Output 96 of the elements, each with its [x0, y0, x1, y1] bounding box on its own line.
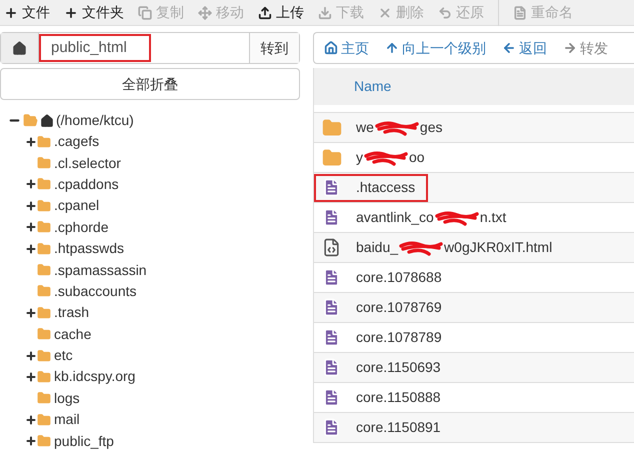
tree-item[interactable]: .htpasswds [54, 238, 124, 260]
folder-icon [37, 156, 51, 170]
plus-icon[interactable] [25, 200, 37, 212]
folder-icon [37, 412, 51, 427]
path-field[interactable]: public_html [39, 34, 151, 62]
copy-icon [138, 6, 152, 20]
folder-icon [37, 391, 51, 406]
text-file-icon [322, 358, 341, 377]
folder-icon [37, 434, 51, 448]
text-file-icon [322, 418, 341, 437]
left-arrow-icon [502, 41, 516, 55]
right-arrow-icon [563, 41, 577, 55]
file-name: core.1150891 [356, 418, 441, 437]
collapse-all-button[interactable]: 全部折叠 [0, 68, 300, 100]
tree-item[interactable]: .cpaddons [54, 174, 119, 195]
plus-icon [4, 6, 18, 20]
file-name: w0gJKR0xIT.html [444, 238, 552, 257]
file-row[interactable]: baidu_ w0gJKR0xIT.html [314, 233, 634, 263]
folder-icon [37, 306, 51, 320]
plus-icon[interactable] [25, 435, 37, 448]
plus-icon[interactable] [25, 370, 37, 383]
file-name: core.1150888 [356, 388, 441, 407]
plus-icon[interactable] [25, 306, 37, 319]
tree-item[interactable]: .trash [54, 302, 90, 324]
plus-icon[interactable] [25, 136, 37, 148]
file-name: core.1078769 [356, 298, 442, 317]
file-row[interactable]: core.1150891 [314, 413, 634, 443]
home-icon [324, 41, 338, 55]
file-row[interactable]: .htaccess [314, 173, 634, 203]
folder-icon [37, 198, 51, 213]
tree-item[interactable]: public_ftp [54, 430, 114, 452]
tree-item[interactable]: .cpanel [54, 195, 100, 216]
tree-item[interactable]: .subaccounts [54, 280, 136, 302]
home-button[interactable] [1, 33, 39, 63]
move-icon [198, 6, 212, 20]
file-name: n.txt [480, 208, 506, 227]
upload-icon [258, 6, 272, 20]
folder-icon [37, 134, 51, 149]
download-icon [318, 6, 332, 20]
tree-item[interactable]: .cl.selector [54, 152, 121, 174]
nav-button[interactable]: 向上一个级别 [385, 38, 486, 58]
folder-icon [37, 242, 51, 256]
file-name: we [356, 118, 374, 137]
folder-icon [37, 348, 51, 363]
file-name: core.1078789 [356, 328, 442, 347]
file-name: ges [420, 118, 442, 137]
file-row[interactable]: core.1078769 [314, 293, 634, 323]
x-icon [378, 6, 392, 20]
home-icon [12, 40, 27, 56]
plus-icon [64, 6, 78, 20]
go-button[interactable]: 转到 [249, 33, 299, 63]
plus-icon[interactable] [25, 414, 37, 426]
toolbar-button[interactable]: 文件夹 [64, 2, 124, 23]
plus-icon[interactable] [25, 350, 37, 362]
code-file-icon [322, 238, 341, 257]
file-name: avantlink_co [356, 208, 434, 227]
plus-icon[interactable] [25, 221, 37, 234]
toolbar-button[interactable]: 上传 [258, 2, 304, 23]
folder-icon [37, 177, 51, 192]
file-name: oo [409, 148, 425, 167]
tree-item[interactable]: kb.idcspy.org [54, 366, 136, 388]
tree-item[interactable]: (/home/ktcu) [56, 110, 134, 131]
file-name: baidu_ [356, 238, 398, 257]
home-icon [40, 114, 54, 128]
open-folder-icon [23, 113, 38, 128]
file-row[interactable]: core.1150693 [314, 353, 634, 383]
tree-item[interactable]: .cagefs [54, 131, 100, 152]
file-name: y [356, 148, 363, 167]
tree-item[interactable]: .spamassassin [54, 260, 147, 281]
file-icon [513, 6, 527, 20]
tree-item[interactable]: cache [54, 324, 92, 345]
folder-icon [37, 220, 51, 234]
up-arrow-icon [385, 41, 399, 55]
nav-button[interactable]: 返回 [502, 38, 547, 58]
folder-icon [37, 284, 51, 298]
text-file-icon [322, 298, 341, 317]
toolbar-button[interactable]: 文件 [4, 2, 50, 23]
tree-item[interactable]: logs [54, 388, 80, 409]
nav-button[interactable]: 主页 [324, 38, 369, 58]
tree-item[interactable]: mail [54, 409, 80, 430]
folder-icon [37, 263, 51, 278]
folder-icon [322, 148, 342, 168]
file-name: core.1150693 [356, 358, 441, 377]
folder-icon [322, 118, 342, 138]
tree-item[interactable]: .cphorde [54, 216, 108, 238]
file-name: .htaccess [356, 178, 416, 197]
undo-icon [438, 6, 452, 20]
text-file-icon [322, 178, 341, 197]
folder-icon [37, 370, 51, 384]
tree-item[interactable]: etc [54, 345, 73, 366]
file-name: core.1078688 [356, 268, 442, 287]
plus-icon[interactable] [25, 242, 37, 255]
folder-icon [37, 327, 51, 342]
column-header[interactable]: Name [354, 76, 392, 97]
plus-icon[interactable] [25, 178, 37, 190]
file-row[interactable]: we ges [314, 113, 634, 143]
